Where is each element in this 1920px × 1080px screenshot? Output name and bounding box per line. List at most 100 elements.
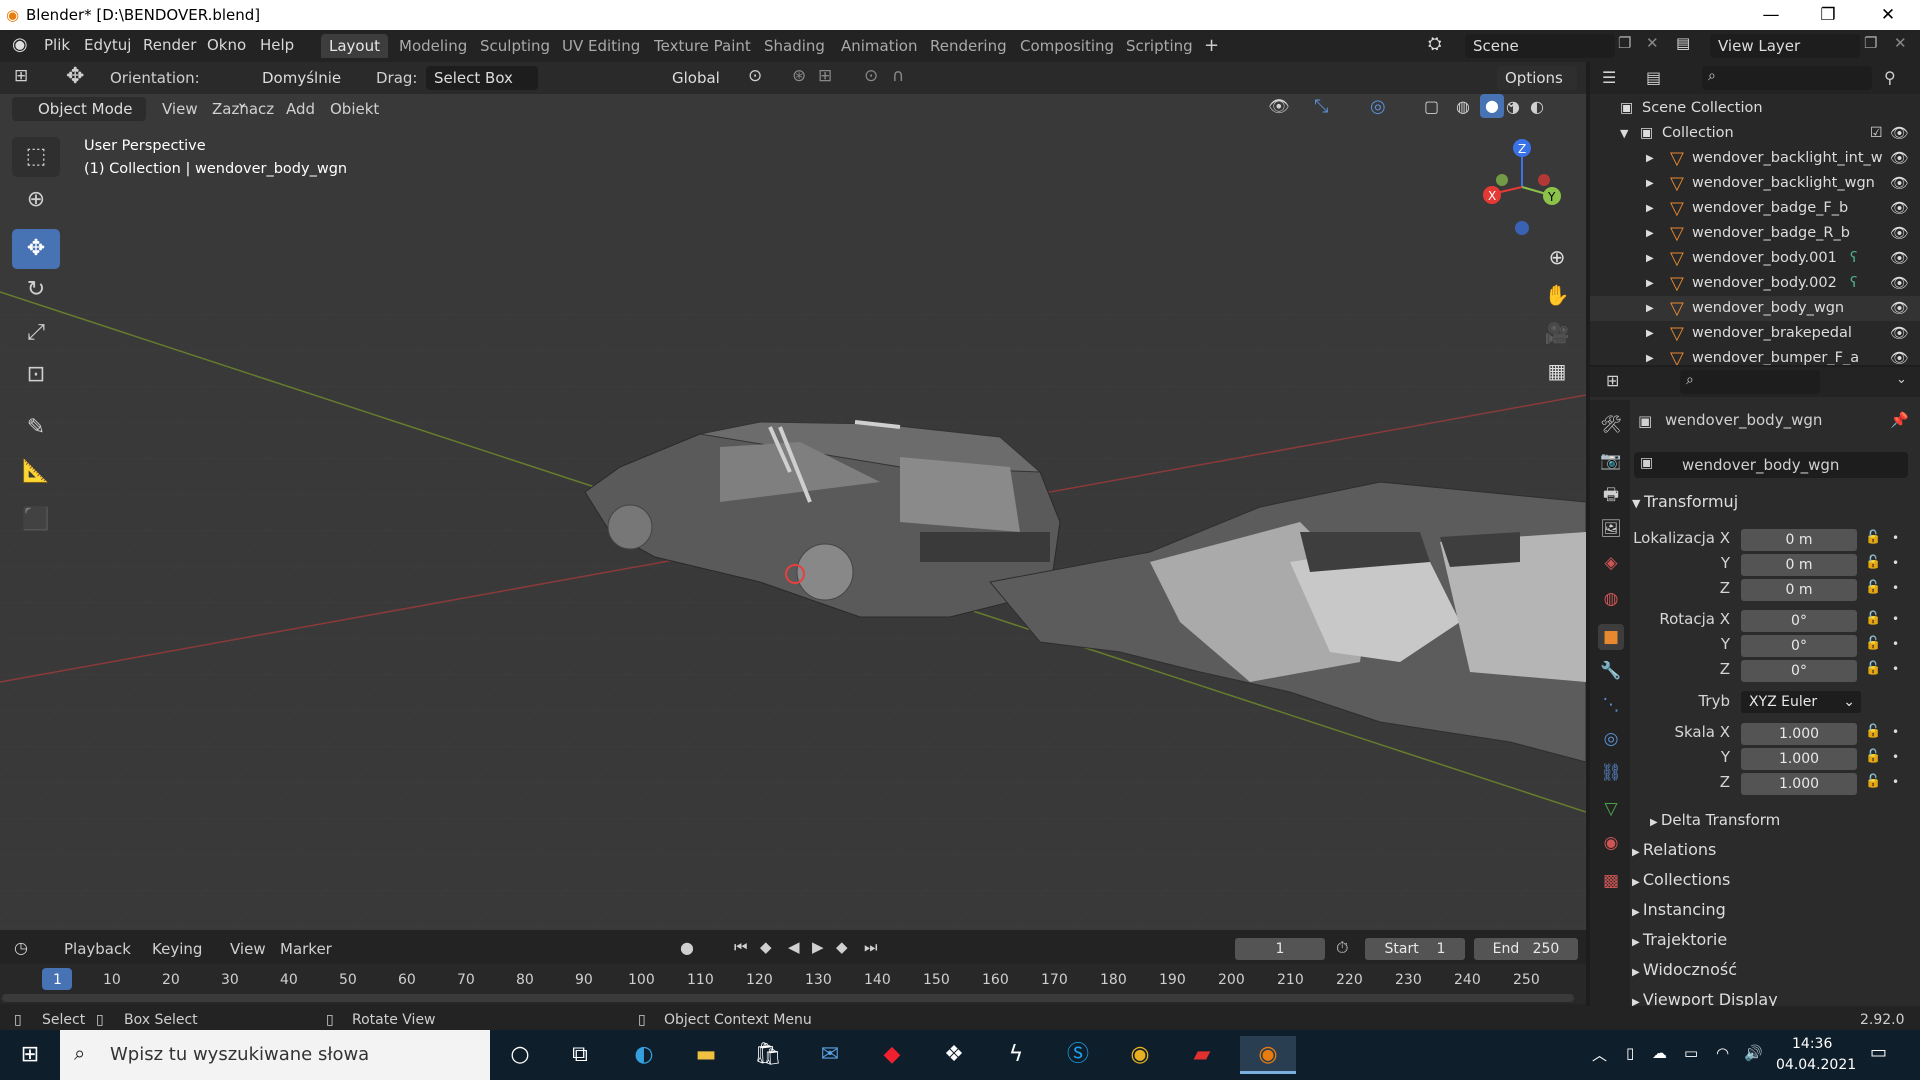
proportional-edit-icon[interactable]: ⊙: [864, 66, 878, 86]
material-tab-icon[interactable]: ◉: [1598, 830, 1624, 856]
new-view-layer-icon[interactable]: ❐: [1864, 34, 1877, 52]
timeline-scrollbar[interactable]: [2, 994, 1574, 1002]
edge-icon[interactable]: ◐: [622, 1036, 666, 1074]
material-shading-icon[interactable]: ◑: [1506, 97, 1520, 116]
instancing-panel[interactable]: ▶ Instancing: [1632, 896, 1916, 924]
outliner-search-input[interactable]: ⌕: [1702, 66, 1872, 90]
tab-scripting[interactable]: Scripting: [1118, 34, 1201, 58]
physics-tab-icon[interactable]: ◎: [1598, 726, 1624, 752]
clock-time[interactable]: 14:36: [1792, 1036, 1832, 1052]
mode-dropdown[interactable]: Object Mode: [12, 97, 146, 121]
outliner-item[interactable]: ▶ ▽ wendover_brakepedal 👁: [1590, 321, 1920, 346]
stopwatch-icon[interactable]: ⏱: [1336, 938, 1348, 958]
properties-search-input[interactable]: ⌕: [1680, 370, 1820, 394]
tab-shading[interactable]: Shading: [756, 34, 833, 58]
particles-tab-icon[interactable]: ⋱: [1598, 692, 1624, 718]
lock-icon[interactable]: 🔓: [1865, 611, 1881, 626]
start-frame-field[interactable]: Start 1: [1365, 938, 1465, 960]
transform-orientation-dropdown[interactable]: Global: [640, 66, 734, 90]
close-button[interactable]: ✕: [1860, 2, 1916, 28]
expand-icon[interactable]: ▶: [1646, 346, 1654, 365]
visibility-panel[interactable]: ▶ Widoczność: [1632, 956, 1916, 984]
transform-tool-button[interactable]: ⊡: [12, 355, 60, 395]
wifi-icon[interactable]: ◠: [1716, 1044, 1729, 1062]
relations-panel[interactable]: ▶ Relations: [1632, 836, 1916, 864]
volume-icon[interactable]: 🔊: [1744, 1044, 1763, 1062]
outliner-item[interactable]: ▶ ▽ wendover_body.002 ʕ 👁: [1590, 271, 1920, 296]
rotation-mode-dropdown[interactable]: XYZ Euler ⌄: [1741, 691, 1861, 713]
scale-tool-button[interactable]: ⤢: [12, 313, 60, 353]
next-keyframe-icon[interactable]: ◆: [836, 938, 848, 956]
tab-rendering[interactable]: Rendering: [922, 34, 1015, 58]
modifier-tab-icon[interactable]: 🔧: [1598, 658, 1624, 684]
lock-icon[interactable]: 🔓: [1865, 580, 1881, 595]
dropbox-icon[interactable]: ❖: [932, 1036, 976, 1074]
menu-window[interactable]: Okno: [207, 36, 246, 54]
tab-compositing[interactable]: Compositing: [1012, 34, 1122, 58]
outliner-item[interactable]: ▶ ▽ wendover_bumper_F_a 👁: [1590, 346, 1920, 365]
view-layer-icon[interactable]: ▤: [1676, 34, 1690, 52]
expand-collection-icon[interactable]: ▼: [1620, 121, 1628, 146]
record-icon[interactable]: ●: [680, 938, 694, 957]
eye-icon[interactable]: 👁: [1890, 146, 1909, 171]
eye-icon[interactable]: 👁: [1890, 271, 1909, 296]
menu-add[interactable]: Add: [286, 100, 315, 118]
snap-target-icon[interactable]: ⊞: [818, 66, 832, 86]
menu-marker[interactable]: Marker: [280, 940, 332, 958]
rotate-tool-button[interactable]: ↻: [12, 270, 60, 310]
camera-view-icon[interactable]: 🎥: [1540, 316, 1574, 350]
eye-icon[interactable]: 👁: [1890, 196, 1909, 221]
cortana-icon[interactable]: ○: [498, 1036, 542, 1074]
expand-icon[interactable]: ▶: [1646, 271, 1654, 296]
location-x-field[interactable]: 0 m: [1741, 529, 1857, 551]
render-tab-icon[interactable]: 📷: [1598, 448, 1624, 474]
menu-file[interactable]: Plik: [44, 36, 70, 54]
menu-help[interactable]: Help: [260, 36, 294, 54]
windows-start-icon[interactable]: ⊞: [8, 1036, 52, 1074]
annotate-tool-button[interactable]: ✎: [12, 408, 60, 448]
delete-view-layer-icon[interactable]: ✕: [1894, 34, 1907, 52]
scene-collection-row[interactable]: ▣ Scene Collection: [1590, 96, 1920, 121]
rotation-y-field[interactable]: 0°: [1741, 635, 1857, 657]
object-tab-icon[interactable]: ■: [1598, 624, 1624, 650]
eye-icon[interactable]: 👁: [1890, 246, 1909, 271]
new-scene-icon[interactable]: ❐: [1618, 34, 1631, 52]
menu-edit[interactable]: Edytuj: [84, 36, 131, 54]
app-lightning-icon[interactable]: ϟ: [994, 1036, 1038, 1074]
display-mode-icon[interactable]: ▤: [1646, 68, 1661, 87]
lock-icon[interactable]: 🔓: [1865, 530, 1881, 545]
menu-render[interactable]: Render: [143, 36, 196, 54]
lock-icon[interactable]: 🔓: [1865, 749, 1881, 764]
skype-icon[interactable]: Ⓢ: [1056, 1036, 1100, 1074]
keyframe-dot-icon[interactable]: •: [1892, 775, 1899, 789]
visibility-icon[interactable]: 👁: [1268, 97, 1290, 117]
navigation-gizmo[interactable]: Z Y X: [1470, 132, 1580, 242]
keyframe-dot-icon[interactable]: •: [1892, 531, 1899, 545]
battery-icon[interactable]: ▭: [1684, 1044, 1698, 1062]
delete-scene-icon[interactable]: ✕: [1646, 34, 1659, 52]
expand-icon[interactable]: ▶: [1646, 196, 1654, 221]
end-frame-field[interactable]: End 250: [1474, 938, 1578, 960]
scene-tab-icon[interactable]: ◈: [1598, 550, 1624, 576]
store-icon[interactable]: 🛍: [746, 1036, 790, 1074]
data-tab-icon[interactable]: ▽: [1598, 796, 1624, 822]
add-workspace-button[interactable]: +: [1196, 34, 1227, 58]
xray-icon[interactable]: ▢: [1424, 97, 1439, 116]
properties-editor-icon[interactable]: ⊞: [1606, 371, 1619, 390]
expand-icon[interactable]: ▶: [1646, 146, 1654, 171]
eye-icon[interactable]: 👁: [1890, 221, 1909, 246]
expand-icon[interactable]: ▶: [1646, 321, 1654, 346]
constraints-tab-icon[interactable]: ⛓: [1598, 760, 1624, 786]
tray-device-icon[interactable]: ▯: [1626, 1044, 1634, 1062]
orientation-dropdown[interactable]: Domyślnie ⌄: [228, 66, 352, 111]
view-layer-field[interactable]: View Layer: [1710, 34, 1860, 58]
tab-animation[interactable]: Animation: [833, 34, 925, 58]
eye-icon[interactable]: 👁: [1890, 321, 1909, 346]
keyframe-dot-icon[interactable]: •: [1892, 637, 1899, 651]
keyframe-dot-icon[interactable]: •: [1892, 662, 1899, 676]
mail-icon[interactable]: ✉: [808, 1036, 852, 1074]
outliner-item[interactable]: ▶ ▽ wendover_badge_F_b 👁: [1590, 196, 1920, 221]
wireframe-shading-icon[interactable]: ◍: [1456, 97, 1470, 116]
viewport-display-panel[interactable]: ▶ Viewport Display: [1632, 986, 1916, 1006]
rotation-z-field[interactable]: 0°: [1741, 660, 1857, 682]
